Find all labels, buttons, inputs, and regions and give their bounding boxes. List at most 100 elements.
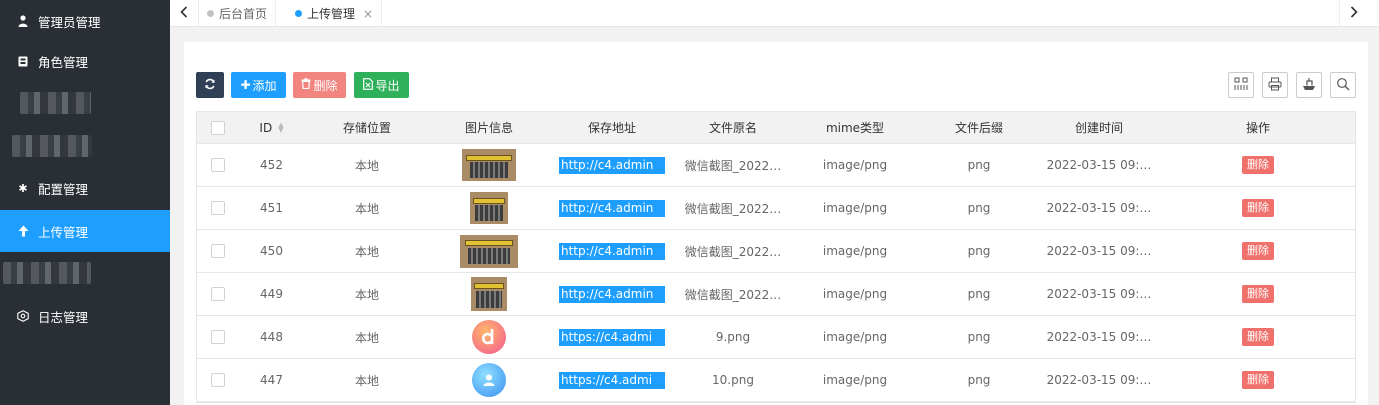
cell-ext: png bbox=[967, 244, 991, 258]
cell-id: 452 bbox=[260, 158, 283, 172]
close-icon[interactable]: × bbox=[363, 7, 373, 21]
cell-filename: 10.png bbox=[712, 373, 754, 387]
header-filename: 文件原名 bbox=[708, 121, 757, 135]
cell-storage: 本地 bbox=[354, 330, 379, 345]
header-storage: 存储位置 bbox=[342, 121, 391, 135]
row-delete-button[interactable]: 删除 bbox=[1242, 156, 1274, 174]
cell-created: 2022-03-15 09:… bbox=[1046, 373, 1152, 387]
tab-scroll-left-button[interactable] bbox=[170, 0, 199, 27]
upload-arrow-icon bbox=[17, 225, 29, 237]
row-checkbox[interactable] bbox=[211, 244, 225, 258]
search-button[interactable] bbox=[1330, 72, 1356, 98]
chevron-right-icon bbox=[1350, 5, 1358, 22]
file-url-link[interactable]: https://c4.admi bbox=[559, 371, 665, 389]
chevron-left-icon bbox=[180, 5, 188, 22]
cell-ext: png bbox=[967, 373, 991, 387]
row-checkbox[interactable] bbox=[211, 201, 225, 215]
file-url-link[interactable]: http://c4.admin bbox=[559, 156, 665, 174]
table-row: 447 本地 https://c4.admi 10.png image/png … bbox=[197, 359, 1355, 402]
sidebar-item-label: 日志管理 bbox=[38, 309, 89, 325]
row-delete-button[interactable]: 删除 bbox=[1242, 199, 1274, 217]
export-table-button[interactable] bbox=[1296, 72, 1322, 98]
user-avatar-thumbnail[interactable] bbox=[472, 363, 506, 397]
cell-created: 2022-03-15 09:… bbox=[1046, 287, 1152, 301]
cell-mime: image/png bbox=[822, 373, 888, 387]
row-delete-button[interactable]: 删除 bbox=[1242, 328, 1274, 346]
cell-ext: png bbox=[967, 330, 991, 344]
cell-storage: 本地 bbox=[354, 244, 379, 259]
sidebar-item-config[interactable]: ✱ 配置管理 bbox=[0, 167, 170, 209]
sidebar-item-role[interactable]: 角色管理 bbox=[0, 40, 170, 82]
role-icon bbox=[17, 55, 29, 67]
export-button[interactable]: 导出 bbox=[354, 72, 409, 98]
sidebar-item-log[interactable]: 日志管理 bbox=[0, 295, 170, 337]
storefront-thumbnail[interactable] bbox=[470, 192, 508, 224]
grid-columns-icon bbox=[1234, 77, 1248, 94]
cell-ext: png bbox=[967, 201, 991, 215]
row-checkbox[interactable] bbox=[211, 330, 225, 344]
header-action: 操作 bbox=[1245, 121, 1270, 135]
storefront-thumbnail[interactable] bbox=[460, 234, 518, 268]
print-button[interactable] bbox=[1262, 72, 1288, 98]
add-button-label: 添加 bbox=[252, 78, 277, 93]
table-row: 450 本地 http://c4.admin 微信截图_2022… image/… bbox=[197, 230, 1355, 273]
sort-icon[interactable]: ▲ ▼ bbox=[278, 121, 283, 133]
row-delete-button[interactable]: 删除 bbox=[1242, 242, 1274, 260]
cell-ext: png bbox=[967, 158, 991, 172]
cell-filename: 微信截图_2022… bbox=[684, 287, 782, 302]
app-logo-thumbnail[interactable] bbox=[472, 320, 506, 354]
cell-storage: 本地 bbox=[354, 287, 379, 302]
user-icon bbox=[17, 15, 29, 27]
cell-created: 2022-03-15 09:… bbox=[1046, 201, 1152, 215]
cell-id: 450 bbox=[260, 244, 283, 258]
refresh-icon bbox=[204, 78, 216, 93]
row-checkbox[interactable] bbox=[211, 287, 225, 301]
tab-upload[interactable]: 上传管理 × bbox=[287, 0, 383, 27]
refresh-button[interactable] bbox=[196, 72, 224, 98]
sidebar-item-upload[interactable]: 上传管理 bbox=[0, 210, 170, 252]
file-url-link[interactable]: https://c4.admi bbox=[559, 328, 665, 346]
cell-id: 451 bbox=[260, 201, 283, 215]
cell-storage: 本地 bbox=[354, 201, 379, 216]
add-button[interactable]: ✚ 添加 bbox=[231, 72, 286, 98]
delete-button-label: 删除 bbox=[313, 78, 338, 93]
row-delete-button[interactable]: 删除 bbox=[1242, 285, 1274, 303]
printer-icon bbox=[1268, 77, 1282, 94]
header-id[interactable]: ID ▲ ▼ bbox=[239, 112, 304, 143]
cell-mime: image/png bbox=[822, 287, 888, 301]
table-header: ID ▲ ▼ 存储位置 图片信息 保存地址 文件原名 mime类型 文件后缀 创建… bbox=[197, 112, 1355, 144]
sidebar-item-label: 角色管理 bbox=[38, 54, 89, 70]
row-checkbox[interactable] bbox=[211, 373, 225, 387]
file-url-link[interactable]: http://c4.admin bbox=[559, 199, 665, 217]
export-button-label: 导出 bbox=[375, 78, 400, 93]
cell-mime: image/png bbox=[822, 201, 888, 215]
row-checkbox[interactable] bbox=[211, 158, 225, 172]
cell-id: 449 bbox=[260, 287, 283, 301]
cell-created: 2022-03-15 09:… bbox=[1046, 158, 1152, 172]
columns-filter-button[interactable] bbox=[1228, 72, 1254, 98]
table-row: 451 本地 http://c4.admin 微信截图_2022… image/… bbox=[197, 187, 1355, 230]
sidebar-item-label: 管理员管理 bbox=[38, 14, 101, 30]
sidebar-item-admin[interactable]: 管理员管理 bbox=[0, 0, 170, 42]
row-delete-button[interactable]: 删除 bbox=[1242, 371, 1274, 389]
file-url-link[interactable]: http://c4.admin bbox=[559, 242, 665, 260]
cell-mime: image/png bbox=[822, 330, 888, 344]
cell-filename: 9.png bbox=[715, 330, 751, 344]
sidebar-item-label: 配置管理 bbox=[38, 181, 89, 197]
blurred-sidebar-item bbox=[20, 92, 91, 114]
sidebar: 管理员管理 角色管理 ✱ 配置管理 上传管理 日志管理 bbox=[0, 0, 170, 405]
storefront-thumbnail[interactable] bbox=[471, 277, 507, 311]
tab-home[interactable]: 后台首页 bbox=[199, 0, 277, 27]
header-created: 创建时间 bbox=[1074, 121, 1123, 135]
header-mime: mime类型 bbox=[825, 121, 885, 135]
storefront-thumbnail[interactable] bbox=[462, 149, 516, 181]
blurred-sidebar-item bbox=[3, 262, 91, 284]
cell-ext: png bbox=[967, 287, 991, 301]
asterisk-icon: ✱ bbox=[18, 181, 28, 195]
select-all-checkbox[interactable] bbox=[211, 120, 225, 135]
delete-button[interactable]: 删除 bbox=[293, 72, 346, 98]
file-url-link[interactable]: http://c4.admin bbox=[559, 285, 665, 303]
tab-scroll-right-button[interactable] bbox=[1339, 0, 1368, 27]
sidebar-item-label: 上传管理 bbox=[38, 224, 89, 240]
cell-created: 2022-03-15 09:… bbox=[1046, 330, 1152, 344]
